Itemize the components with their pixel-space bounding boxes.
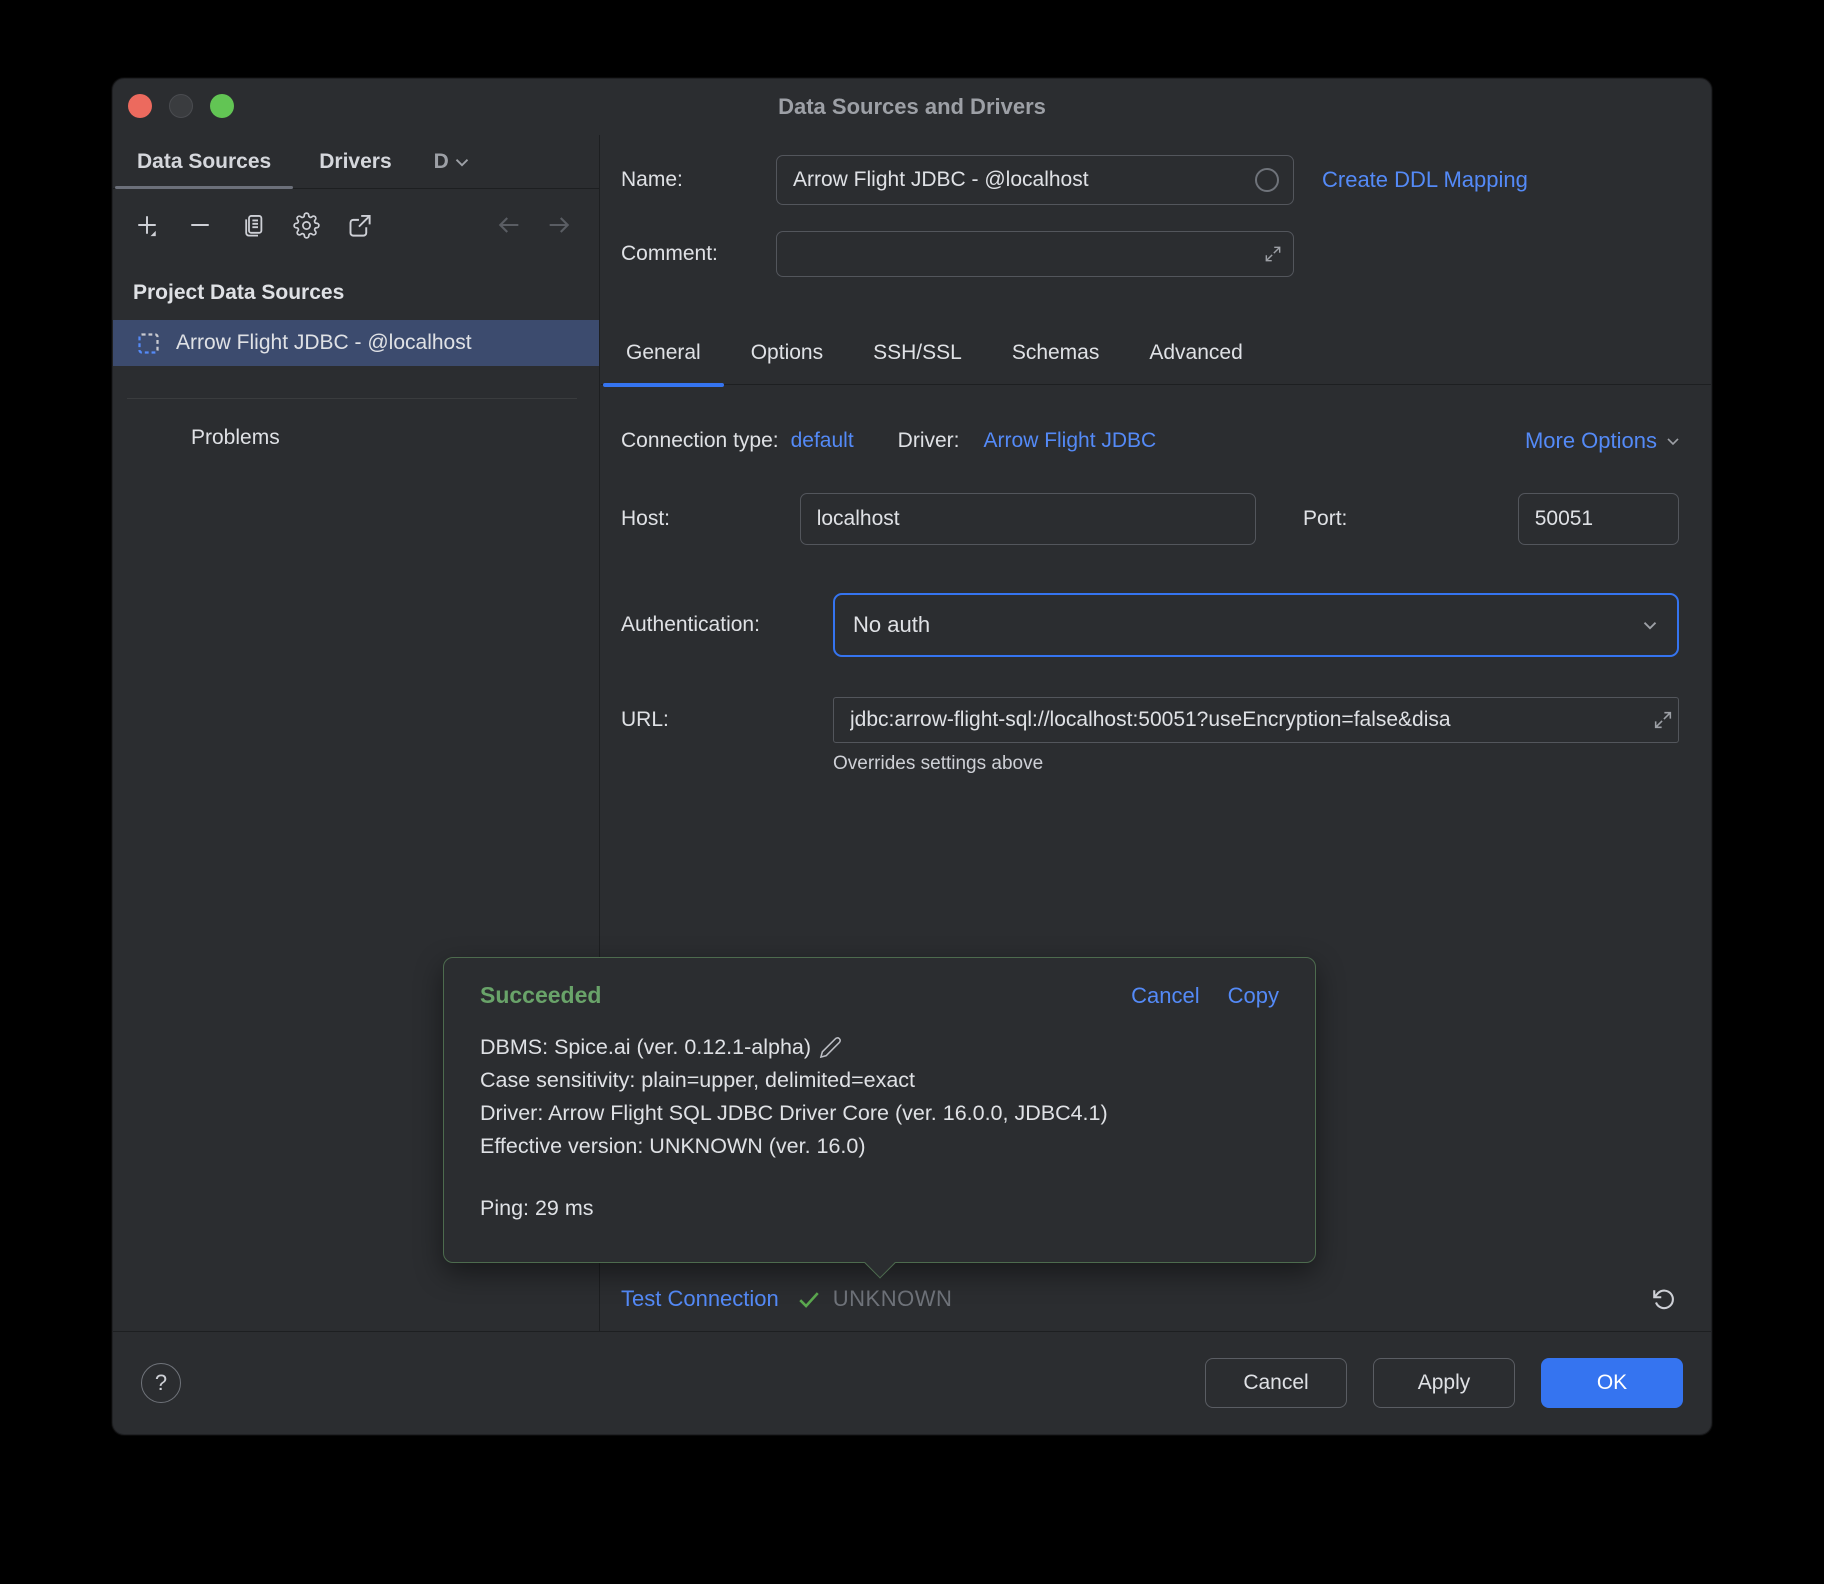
project-data-sources-header: Project Data Sources xyxy=(133,281,599,305)
case-sensitivity-line: Case sensitivity: plain=upper, delimited… xyxy=(480,1064,1279,1097)
connection-type-row: Connection type: default Driver: Arrow F… xyxy=(621,423,1683,459)
authentication-label: Authentication: xyxy=(621,613,833,637)
remove-data-source-icon[interactable] xyxy=(186,211,214,239)
revert-icon[interactable] xyxy=(1649,1285,1677,1313)
tab-data-sources[interactable]: Data Sources xyxy=(113,135,295,189)
sidebar-divider xyxy=(127,398,577,399)
pencil-icon[interactable] xyxy=(819,1036,842,1059)
authentication-select[interactable]: No auth xyxy=(833,593,1679,657)
sidebar-tabstrip: Data Sources Drivers D xyxy=(113,135,599,189)
apply-button[interactable]: Apply xyxy=(1373,1358,1515,1408)
create-ddl-mapping-link[interactable]: Create DDL Mapping xyxy=(1322,167,1528,193)
data-sources-dialog: Data Sources and Drivers Data Sources Dr… xyxy=(112,78,1712,1435)
url-hint-text: Overrides settings above xyxy=(833,753,1043,775)
popup-body: DBMS: Spice.ai (ver. 0.12.1-alpha) Case … xyxy=(480,1031,1279,1221)
settings-tabstrip: General Options SSH/SSL Schemas Advanced xyxy=(601,322,1711,385)
tab-truncated[interactable]: D xyxy=(416,135,453,189)
status-badge: Succeeded xyxy=(480,982,601,1009)
comment-label: Comment: xyxy=(621,242,776,266)
data-source-icon xyxy=(135,330,162,357)
effective-version-line: Effective version: UNKNOWN (ver. 16.0) xyxy=(480,1130,1279,1163)
tab-general[interactable]: General xyxy=(601,322,726,385)
tab-advanced[interactable]: Advanced xyxy=(1124,322,1267,385)
open-in-new-icon[interactable] xyxy=(345,211,373,239)
name-input[interactable]: Arrow Flight JDBC - @localhost xyxy=(776,155,1294,205)
chevron-down-icon xyxy=(1663,431,1683,451)
test-connection-result-popup: Succeeded Cancel Copy DBMS: Spice.ai (ve… xyxy=(443,957,1316,1263)
sidebar-item-problems[interactable]: Problems xyxy=(191,426,599,450)
driver-line: Driver: Arrow Flight SQL JDBC Driver Cor… xyxy=(480,1097,1279,1130)
connection-status-text: UNKNOWN xyxy=(833,1286,953,1312)
ok-button[interactable]: OK xyxy=(1541,1358,1683,1408)
name-row: Name: Arrow Flight JDBC - @localhost Cre… xyxy=(621,155,1683,205)
help-icon[interactable]: ? xyxy=(141,1363,181,1403)
connection-type-label: Connection type: xyxy=(621,429,779,453)
chevron-down-icon[interactable] xyxy=(451,151,473,173)
host-input[interactable]: localhost xyxy=(800,493,1256,545)
url-row: URL: jdbc:arrow-flight-sql://localhost:5… xyxy=(621,697,1679,743)
window-title: Data Sources and Drivers xyxy=(113,79,1711,135)
expand-icon[interactable] xyxy=(1263,244,1283,264)
authentication-row: Authentication: No auth xyxy=(621,593,1679,657)
expand-icon[interactable] xyxy=(1652,709,1674,731)
port-label: Port: xyxy=(1303,507,1482,531)
test-connection-row: Test Connection UNKNOWN xyxy=(621,1276,1677,1322)
tab-options[interactable]: Options xyxy=(726,322,848,385)
comment-row: Comment: xyxy=(621,231,1683,277)
ping-line: Ping: 29 ms xyxy=(480,1196,1279,1221)
progress-circle-icon xyxy=(1255,168,1279,192)
forward-arrow-icon[interactable] xyxy=(545,211,573,239)
name-label: Name: xyxy=(621,168,776,192)
popup-cancel-link[interactable]: Cancel xyxy=(1131,983,1199,1009)
tab-ssh-ssl[interactable]: SSH/SSL xyxy=(848,322,987,385)
dialog-footer: ? Cancel Apply OK xyxy=(113,1331,1711,1434)
title-bar: Data Sources and Drivers xyxy=(113,79,1711,135)
host-label: Host: xyxy=(621,507,800,531)
cancel-button[interactable]: Cancel xyxy=(1205,1358,1347,1408)
data-source-list-item[interactable]: Arrow Flight JDBC - @localhost xyxy=(113,320,599,366)
test-connection-link[interactable]: Test Connection xyxy=(621,1286,779,1312)
duplicate-icon[interactable] xyxy=(239,211,267,239)
chevron-down-icon xyxy=(1639,614,1661,636)
popup-actions: Cancel Copy xyxy=(1131,983,1279,1009)
driver-value-link[interactable]: Arrow Flight JDBC xyxy=(984,429,1157,453)
connection-type-value-link[interactable]: default xyxy=(791,429,854,453)
host-row: Host: localhost Port: 50051 xyxy=(621,493,1679,545)
footer-buttons: Cancel Apply OK xyxy=(1205,1358,1683,1408)
tab-schemas[interactable]: Schemas xyxy=(987,322,1125,385)
popup-copy-link[interactable]: Copy xyxy=(1228,983,1279,1009)
check-icon xyxy=(795,1285,823,1313)
add-data-source-icon[interactable] xyxy=(133,211,161,239)
sidebar-toolbar xyxy=(113,189,599,261)
driver-label: Driver: xyxy=(898,429,960,453)
comment-input[interactable] xyxy=(776,231,1294,277)
port-input[interactable]: 50051 xyxy=(1518,493,1679,545)
popup-header: Succeeded Cancel Copy xyxy=(480,982,1279,1009)
back-arrow-icon[interactable] xyxy=(495,211,523,239)
gear-icon[interactable] xyxy=(292,211,320,239)
data-source-item-label: Arrow Flight JDBC - @localhost xyxy=(176,331,472,355)
more-options-link[interactable]: More Options xyxy=(1525,428,1683,454)
url-label: URL: xyxy=(621,708,833,732)
dbms-line: DBMS: Spice.ai (ver. 0.12.1-alpha) xyxy=(480,1031,1279,1064)
url-input[interactable]: jdbc:arrow-flight-sql://localhost:50051?… xyxy=(833,697,1679,743)
tab-drivers[interactable]: Drivers xyxy=(295,135,415,189)
history-nav xyxy=(495,211,573,239)
